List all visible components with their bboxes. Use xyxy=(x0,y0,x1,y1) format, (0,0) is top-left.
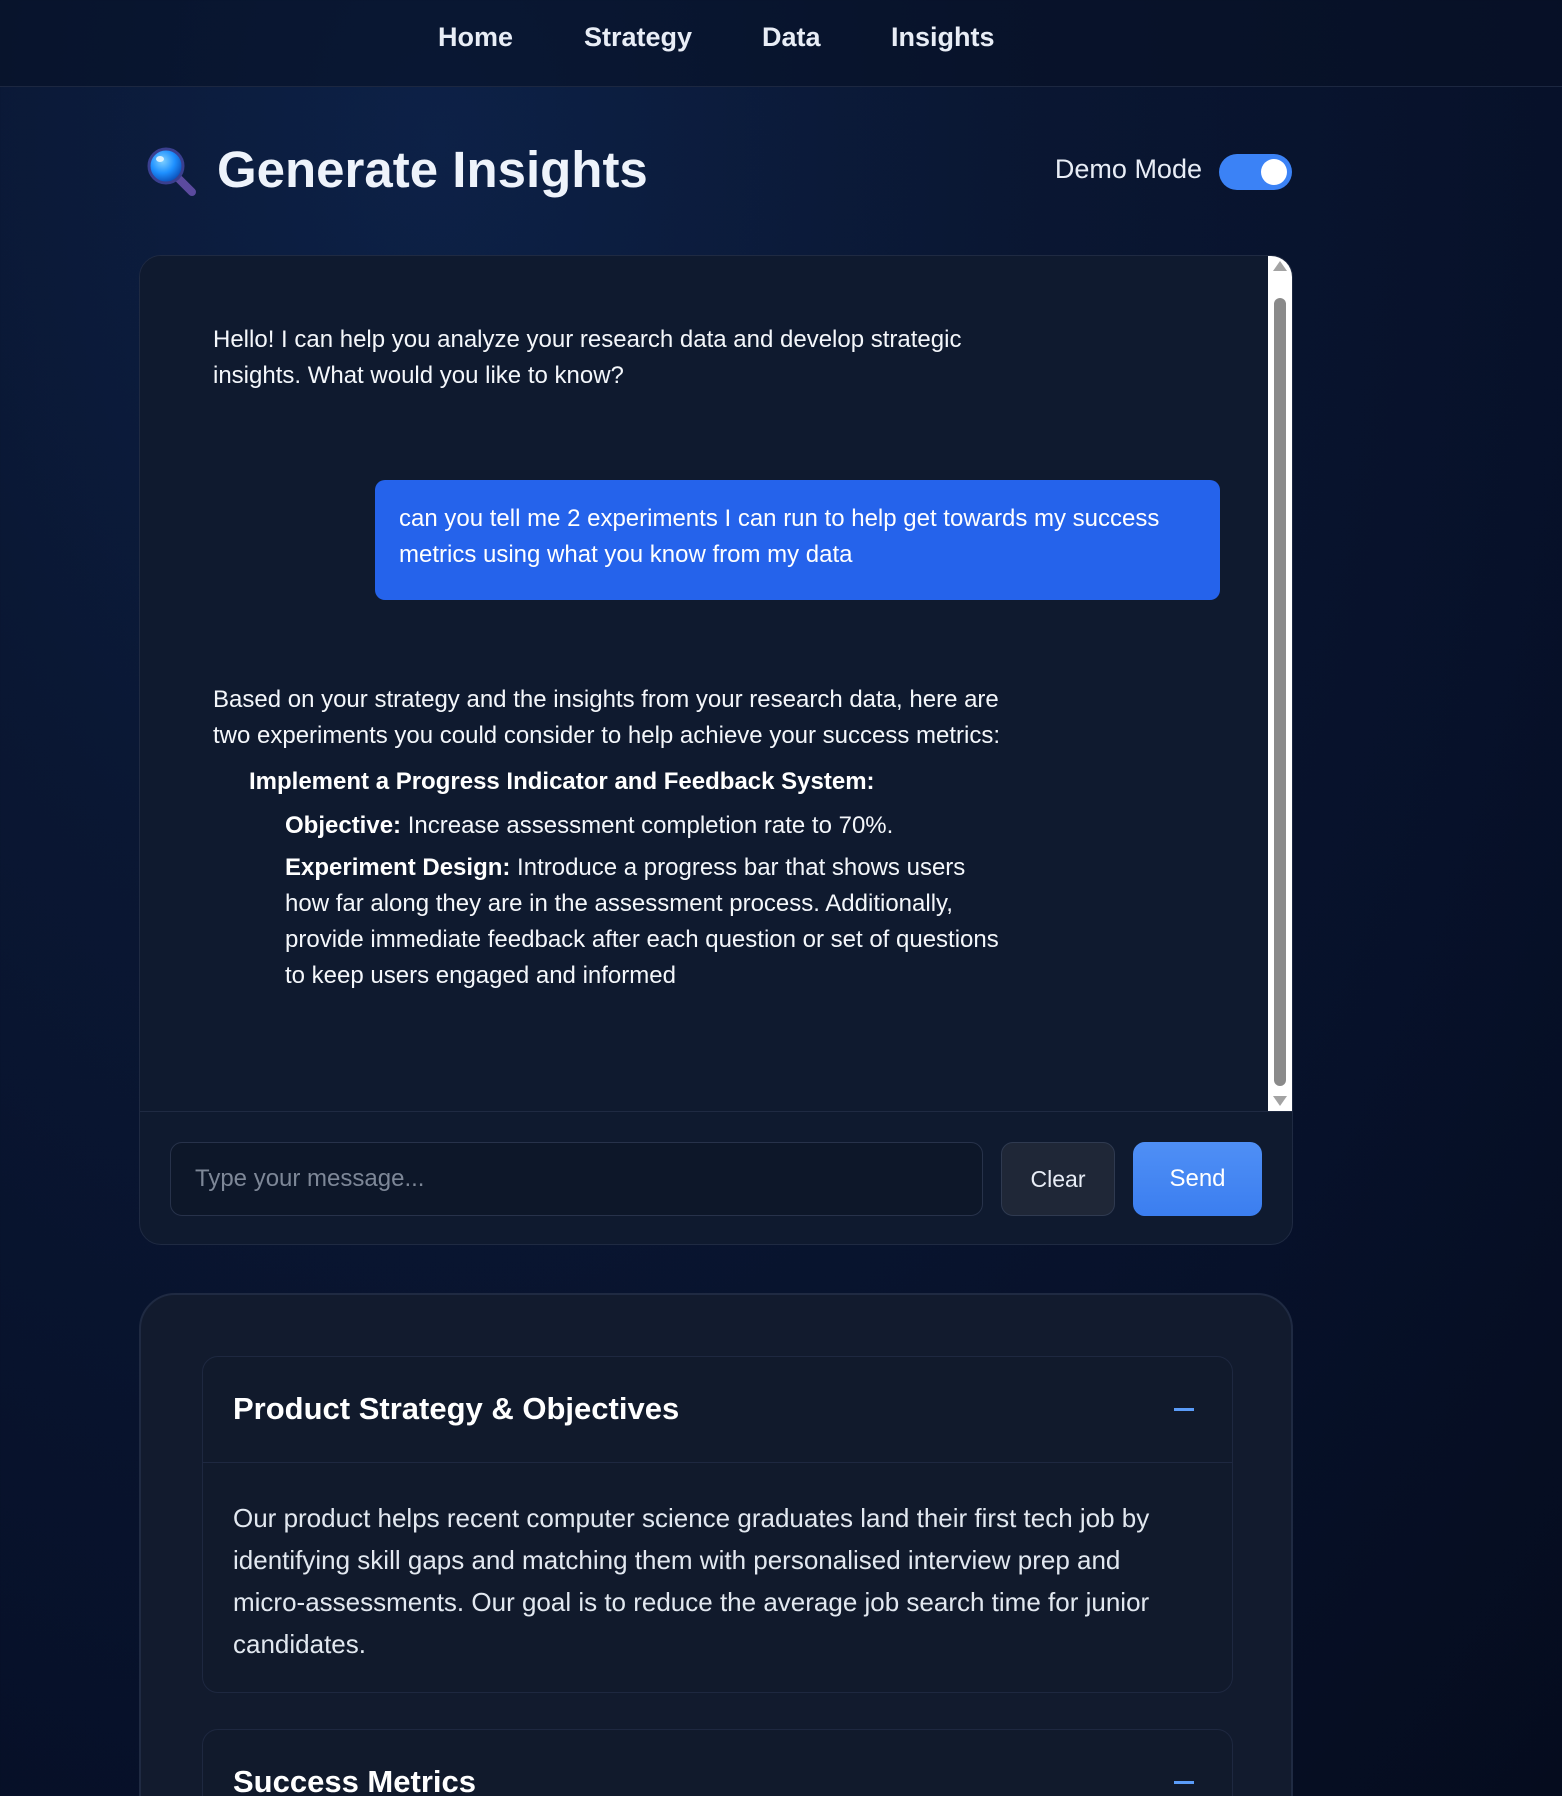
section-header[interactable]: Success Metrics xyxy=(203,1730,1232,1796)
message-line: two experiments you could consider to he… xyxy=(213,722,1001,749)
assistant-message: Hello! I can help you analyze your resea… xyxy=(213,322,961,394)
experiment-objective: Objective: Increase assessment completio… xyxy=(285,808,1025,844)
nav-home[interactable]: Home xyxy=(438,22,513,53)
experiment-design: Experiment Design: Introduce a progress … xyxy=(285,850,1025,994)
chat-panel: Hello! I can help you analyze your resea… xyxy=(139,255,1293,1245)
section-success-metrics: Success Metrics xyxy=(202,1729,1233,1796)
section-title: Success Metrics xyxy=(233,1764,476,1796)
demo-mode-label: Demo Mode xyxy=(1054,154,1202,184)
chat-input-area: Clear Send xyxy=(140,1111,1292,1244)
send-button[interactable]: Send xyxy=(1133,1142,1262,1216)
top-nav: Home Strategy Data Insights xyxy=(0,0,1562,87)
message-input[interactable] xyxy=(170,1142,983,1216)
design-text: Introduce a progress bar that shows user… xyxy=(510,854,966,881)
design-text: provide immediate feedback after each qu… xyxy=(285,926,999,953)
section-product-strategy: Product Strategy & Objectives Our produc… xyxy=(202,1356,1233,1693)
nav-data[interactable]: Data xyxy=(762,22,821,53)
magnifying-glass-icon xyxy=(147,147,196,196)
message-line: metrics using what you know from my data xyxy=(399,541,853,568)
clear-button[interactable]: Clear xyxy=(1001,1142,1115,1216)
objective-text: Increase assessment completion rate to 7… xyxy=(401,812,894,839)
section-header[interactable]: Product Strategy & Objectives xyxy=(203,1357,1232,1463)
experiment-title: Implement a Progress Indicator and Feedb… xyxy=(249,768,875,795)
section-body: Our product helps recent computer scienc… xyxy=(233,1503,1150,1659)
chat-messages: Hello! I can help you analyze your resea… xyxy=(140,256,1270,1111)
chat-scrollbar[interactable] xyxy=(1268,256,1292,1111)
design-text: to keep users engaged and informed xyxy=(285,962,676,989)
message-line: insights. What would you like to know? xyxy=(213,362,624,389)
scroll-thumb[interactable] xyxy=(1274,298,1286,1086)
toggle-knob xyxy=(1261,159,1287,185)
page-header: Generate Insights Demo Mode xyxy=(146,142,1292,202)
section-title: Product Strategy & Objectives xyxy=(233,1391,680,1426)
message-line: Based on your strategy and the insights … xyxy=(213,686,999,713)
message-line: can you tell me 2 experiments I can run … xyxy=(399,505,1160,532)
scroll-up-arrow-icon[interactable] xyxy=(1273,261,1287,271)
design-text: how far along they are in the assessment… xyxy=(285,890,953,917)
page-title: Generate Insights xyxy=(217,141,648,198)
context-panel: Product Strategy & Objectives Our produc… xyxy=(139,1293,1293,1796)
collapse-icon[interactable] xyxy=(1174,1781,1194,1784)
collapse-icon[interactable] xyxy=(1174,1408,1194,1411)
assistant-reply: Based on your strategy and the insights … xyxy=(213,682,1000,754)
user-message: can you tell me 2 experiments I can run … xyxy=(375,480,1220,600)
scroll-down-arrow-icon[interactable] xyxy=(1273,1096,1287,1106)
nav-strategy[interactable]: Strategy xyxy=(584,22,692,53)
demo-mode-toggle[interactable] xyxy=(1219,154,1292,190)
design-label: Experiment Design: xyxy=(285,854,511,881)
objective-label: Objective: xyxy=(285,812,402,839)
nav-insights[interactable]: Insights xyxy=(891,22,995,53)
message-line: Hello! I can help you analyze your resea… xyxy=(213,326,962,353)
